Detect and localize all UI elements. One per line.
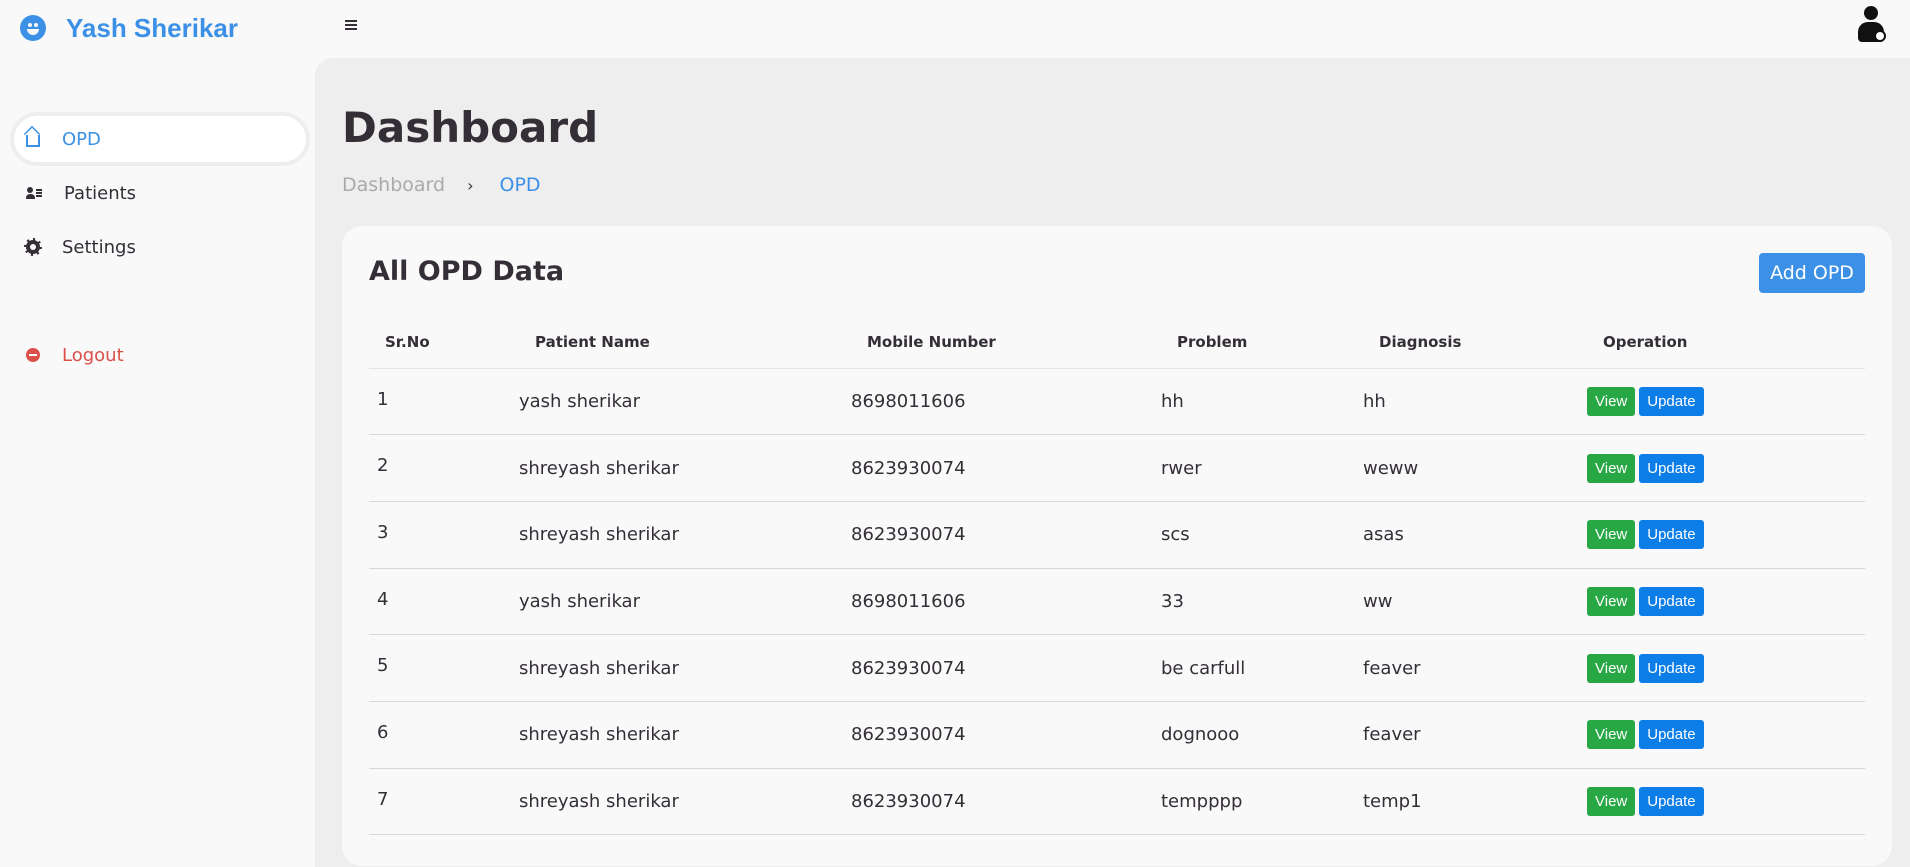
- sidebar-item-patients[interactable]: Patients: [0, 166, 315, 220]
- profile-icon[interactable]: [1856, 6, 1888, 44]
- sidebar-item-logout[interactable]: Logout: [0, 328, 315, 382]
- table-row: 3 shreyash sherikar 8623930074 scs asas …: [369, 501, 1865, 569]
- opd-table: Sr.No Patient Name Mobile Number Problem…: [369, 316, 1865, 836]
- cell-diagnosis: ww: [1363, 568, 1587, 636]
- view-button[interactable]: View: [1587, 786, 1636, 816]
- cell-problem: tempppp: [1161, 768, 1363, 836]
- cell-mobile: 8623930074: [851, 768, 1161, 836]
- sidebar-item-label: Logout: [62, 344, 124, 366]
- cell-diagnosis: feaver: [1363, 634, 1587, 702]
- cell-mobile: 8698011606: [851, 568, 1161, 636]
- cell-sr: 4: [369, 568, 519, 636]
- column-header-patient-name: Patient Name: [519, 316, 851, 369]
- cell-sr: 6: [369, 701, 519, 769]
- cell-operation: View Update: [1587, 368, 1865, 436]
- cell-diagnosis: temp1: [1363, 768, 1587, 836]
- logout-icon: [26, 348, 40, 362]
- chevron-right-icon: ›: [467, 175, 474, 195]
- view-button[interactable]: View: [1587, 653, 1636, 683]
- update-button[interactable]: Update: [1639, 720, 1704, 750]
- sidebar: Yash Sherikar OPD Patients Settings Logo…: [0, 0, 315, 867]
- cell-mobile: 8623930074: [851, 501, 1161, 569]
- cell-diagnosis: asas: [1363, 501, 1587, 569]
- table-row: 1 yash sherikar 8698011606 hh hh View Upd…: [369, 368, 1865, 436]
- menu-toggle-icon[interactable]: [345, 20, 357, 30]
- table-row: 6 shreyash sherikar 8623930074 dognooo f…: [369, 701, 1865, 769]
- cell-name: shreyash sherikar: [519, 768, 851, 836]
- breadcrumb: Dashboard › OPD: [342, 174, 541, 196]
- cell-name: yash sherikar: [519, 368, 851, 436]
- cell-sr: 5: [369, 634, 519, 702]
- update-button[interactable]: Update: [1639, 586, 1704, 616]
- view-button[interactable]: View: [1587, 720, 1636, 750]
- cell-operation: View Update: [1587, 434, 1865, 502]
- sidebar-item-label: Settings: [62, 236, 136, 258]
- sidebar-item-opd[interactable]: OPD: [10, 112, 310, 166]
- brand-name: Yash Sherikar: [66, 12, 238, 43]
- cell-sr: 3: [369, 501, 519, 569]
- breadcrumb-dashboard[interactable]: Dashboard: [342, 174, 445, 196]
- update-button[interactable]: Update: [1639, 520, 1704, 550]
- table-row: 7 shreyash sherikar 8623930074 tempppp t…: [369, 768, 1865, 836]
- column-header-sr: Sr.No: [369, 316, 519, 369]
- sidebar-item-settings[interactable]: Settings: [0, 220, 315, 274]
- cell-name: yash sherikar: [519, 568, 851, 636]
- side-menu: OPD Patients Settings Logout: [0, 112, 315, 382]
- breadcrumb-opd[interactable]: OPD: [500, 174, 541, 196]
- column-header-operation: Operation: [1587, 316, 1865, 369]
- sidebar-item-label: Patients: [64, 182, 137, 204]
- cell-diagnosis: feaver: [1363, 701, 1587, 769]
- cell-mobile: 8623930074: [851, 634, 1161, 702]
- add-opd-button[interactable]: Add OPD: [1759, 253, 1865, 293]
- cell-mobile: 8623930074: [851, 434, 1161, 502]
- cell-diagnosis: weww: [1363, 434, 1587, 502]
- cell-diagnosis: hh: [1363, 368, 1587, 436]
- cell-operation: View Update: [1587, 568, 1865, 636]
- brand[interactable]: Yash Sherikar: [20, 8, 238, 48]
- cell-sr: 1: [369, 368, 519, 436]
- view-button[interactable]: View: [1587, 586, 1636, 616]
- cell-problem: 33: [1161, 568, 1363, 636]
- cell-problem: scs: [1161, 501, 1363, 569]
- gear-icon: [24, 238, 42, 256]
- cell-operation: View Update: [1587, 768, 1865, 836]
- column-header-mobile: Mobile Number: [851, 316, 1161, 369]
- view-button[interactable]: View: [1587, 386, 1636, 416]
- cell-problem: hh: [1161, 368, 1363, 436]
- cell-problem: dognooo: [1161, 701, 1363, 769]
- opd-card: All OPD Data Add OPD Sr.No Patient Name …: [342, 226, 1892, 866]
- table-row: 4 yash sherikar 8698011606 33 ww View Upd…: [369, 568, 1865, 636]
- view-button[interactable]: View: [1587, 453, 1636, 483]
- update-button[interactable]: Update: [1639, 653, 1704, 683]
- users-icon: [26, 185, 42, 201]
- cell-mobile: 8623930074: [851, 701, 1161, 769]
- update-button[interactable]: Update: [1639, 386, 1704, 416]
- cell-problem: rwer: [1161, 434, 1363, 502]
- cell-sr: 7: [369, 768, 519, 836]
- main-content: Dashboard Dashboard › OPD All OPD Data A…: [315, 58, 1910, 867]
- cell-mobile: 8698011606: [851, 368, 1161, 436]
- cell-problem: be carfull: [1161, 634, 1363, 702]
- table-row: 2 shreyash sherikar 8623930074 rwer weww…: [369, 434, 1865, 502]
- cell-name: shreyash sherikar: [519, 634, 851, 702]
- cell-name: shreyash sherikar: [519, 501, 851, 569]
- update-button[interactable]: Update: [1639, 453, 1704, 483]
- house-icon: [26, 135, 40, 147]
- sidebar-item-label: OPD: [62, 128, 101, 150]
- table-row: 5 shreyash sherikar 8623930074 be carful…: [369, 634, 1865, 702]
- update-button[interactable]: Update: [1639, 786, 1704, 816]
- page-title: Dashboard: [342, 103, 599, 152]
- cell-operation: View Update: [1587, 701, 1865, 769]
- cell-operation: View Update: [1587, 501, 1865, 569]
- column-header-diagnosis: Diagnosis: [1363, 316, 1587, 369]
- cell-operation: View Update: [1587, 634, 1865, 702]
- card-title: All OPD Data: [369, 256, 565, 287]
- table-header-row: Sr.No Patient Name Mobile Number Problem…: [369, 316, 1865, 369]
- view-button[interactable]: View: [1587, 520, 1636, 550]
- smiley-icon: [20, 15, 46, 41]
- cell-sr: 2: [369, 434, 519, 502]
- column-header-problem: Problem: [1161, 316, 1363, 369]
- cell-name: shreyash sherikar: [519, 701, 851, 769]
- cell-name: shreyash sherikar: [519, 434, 851, 502]
